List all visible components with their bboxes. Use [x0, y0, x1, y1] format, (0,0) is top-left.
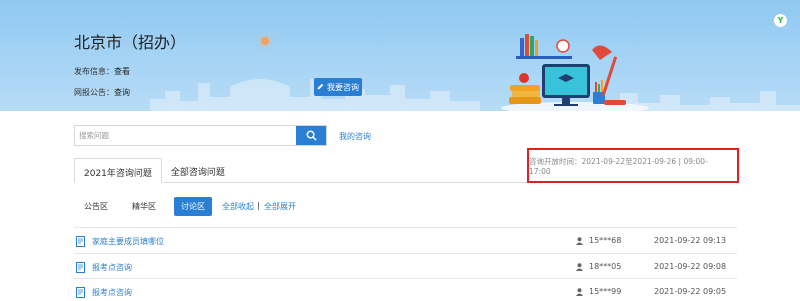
tab-2021-questions[interactable]: 2021年咨询问题	[74, 158, 162, 183]
publish-info-label: 发布信息：	[74, 67, 114, 76]
consult-time-text: 咨询开放时间：2021-09-22至2021-09-26 | 09:00-17:…	[529, 156, 708, 176]
zone-discussion[interactable]: 讨论区	[174, 197, 212, 216]
question-row: 报考点咨询 15***99 2021-09-22 09:05	[74, 278, 737, 301]
question-user: 18***05	[576, 262, 621, 271]
question-time: 2021-09-22 09:08	[654, 262, 727, 271]
notice-info: 网报公告：查询	[74, 87, 130, 98]
question-title[interactable]: 家庭主要成员填哪位	[92, 236, 164, 247]
question-user: 15***68	[576, 236, 621, 245]
my-questions-link[interactable]: 我的咨询	[339, 131, 371, 142]
user-icon	[576, 236, 583, 245]
notice-info-label: 网报公告：	[74, 88, 114, 97]
question-time: 2021-09-22 09:05	[654, 287, 727, 296]
zone-featured[interactable]: 精华区	[132, 201, 156, 212]
app-logo-icon: Y	[774, 14, 787, 27]
question-title[interactable]: 报考点咨询	[92, 287, 132, 298]
document-icon	[76, 262, 85, 273]
search-button[interactable]	[296, 126, 326, 145]
ask-question-button[interactable]: 我要咨询	[314, 78, 362, 96]
question-user-id: 18***05	[589, 262, 622, 271]
publish-info-link[interactable]: 查看	[114, 67, 130, 76]
question-title[interactable]: 报考点咨询	[92, 262, 132, 273]
expand-all-link[interactable]: 全部展开	[264, 201, 296, 212]
question-user: 15***99	[576, 287, 621, 296]
question-tabs: 2021年咨询问题 全部咨询问题	[74, 158, 234, 183]
notice-info-link[interactable]: 查询	[114, 88, 130, 97]
zone-public[interactable]: 公告区	[84, 201, 108, 212]
header-banner: 北京市（招办） 发布信息：查看 网报公告：查询 我要咨询 Y	[0, 0, 800, 111]
question-user-id: 15***68	[589, 236, 622, 245]
pencil-icon	[317, 83, 324, 92]
question-time: 2021-09-22 09:13	[654, 236, 727, 245]
search-input[interactable]	[75, 126, 296, 145]
study-desk-illustration	[501, 34, 649, 111]
consult-time-box: 咨询开放时间：2021-09-22至2021-09-26 | 09:00-17:…	[527, 148, 739, 183]
search-icon	[306, 126, 317, 145]
page-title: 北京市（招办）	[74, 33, 187, 52]
ask-question-label: 我要咨询	[327, 82, 359, 92]
sun-decoration	[261, 37, 269, 45]
collapse-all-link[interactable]: 全部收起	[222, 201, 254, 212]
user-icon	[576, 287, 583, 296]
tab-all-questions[interactable]: 全部咨询问题	[162, 158, 234, 183]
search-bar	[74, 125, 327, 146]
question-user-id: 15***99	[589, 287, 622, 296]
user-icon	[576, 262, 583, 271]
separator: |	[257, 201, 260, 210]
document-icon	[76, 236, 85, 247]
document-icon	[76, 287, 85, 298]
question-row: 家庭主要成员填哪位 15***68 2021-09-22 09:13	[74, 227, 737, 253]
question-row: 报考点咨询 18***05 2021-09-22 09:08	[74, 253, 737, 279]
publish-info: 发布信息：查看	[74, 66, 130, 77]
